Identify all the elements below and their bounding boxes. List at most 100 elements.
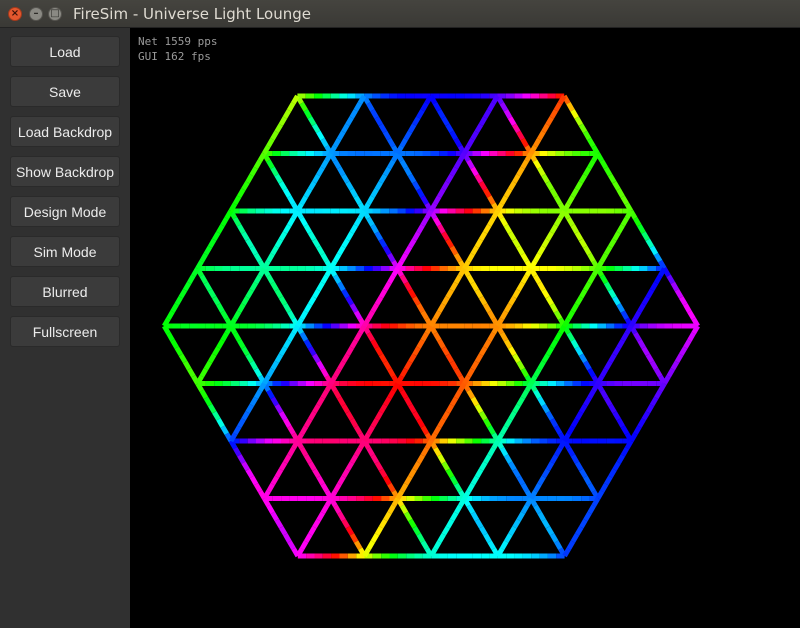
led-segment [537,511,546,522]
led-segment [320,252,329,263]
led-segment [433,446,442,457]
led-segment [182,360,192,371]
led-segment [470,245,479,256]
led-segment [608,353,617,364]
led-segment [441,181,450,191]
led-segment [499,101,509,112]
led-segment [629,432,638,443]
led-segment [470,166,479,177]
led-segment [399,252,409,263]
save-button[interactable]: Save [10,76,120,107]
led-segment [416,109,425,119]
led-segment [236,188,246,198]
show-backdrop-button[interactable]: Show Backdrop [10,156,120,187]
led-segment [316,281,325,292]
led-segment [274,468,284,479]
led-segment [287,310,296,321]
led-segment [553,216,563,227]
led-segment [516,130,525,141]
sim-mode-button[interactable]: Sim Mode [10,236,120,267]
led-segment [382,281,392,292]
led-segment [445,173,454,184]
led-segment [649,245,659,256]
led-segment [545,411,555,421]
led-segment [282,109,292,119]
led-segment [474,353,484,364]
led-segment [520,159,529,170]
blurred-button[interactable]: Blurred [10,276,120,307]
led-segment [349,303,359,313]
led-segment [483,418,492,428]
led-segment [654,389,663,400]
led-segment [433,540,442,551]
led-segment [612,461,621,472]
led-segment [374,296,384,306]
led-segment [178,288,188,299]
led-segment [303,533,313,543]
close-window-button[interactable]: × [8,7,22,21]
led-segment [316,475,325,486]
led-segment [216,418,225,428]
fullscreen-button[interactable]: Fullscreen [10,316,120,347]
led-segment [641,231,650,242]
load-button[interactable]: Load [10,36,120,67]
led-segment [182,281,192,292]
led-segment [245,238,254,249]
simulation-canvas[interactable]: Net 1559 pps GUI 162 fps [130,28,800,628]
design-mode-button[interactable]: Design Mode [10,196,120,227]
led-segment [516,396,525,407]
led-segment [420,446,430,457]
led-segment [453,159,463,170]
led-segment [253,367,263,378]
led-segment [266,389,275,400]
led-segment [270,166,279,177]
led-segment [441,411,450,421]
led-segment [541,518,551,529]
led-segment [399,367,409,378]
led-segment [337,475,346,486]
led-lattice[interactable] [130,28,800,628]
load-backdrop-button[interactable]: Load Backdrop [10,116,120,147]
led-segment [403,360,413,371]
led-segment [433,310,442,321]
led-segment [337,245,346,256]
led-segment [566,216,575,227]
led-segment [286,101,296,112]
led-segment [382,245,392,256]
led-segment [587,159,596,170]
led-segment [616,303,625,313]
led-segment [445,518,455,529]
led-segment [653,367,663,378]
led-segment [366,540,375,551]
led-segment [299,216,308,227]
led-segment [366,195,375,206]
led-segment [578,353,588,364]
led-segment [478,346,488,357]
led-segment [337,396,346,407]
led-segment [432,195,442,206]
net-rate: Net 1559 pps [138,35,218,48]
led-segment [478,181,488,191]
led-segment [374,231,384,242]
led-segment [666,367,675,378]
led-segment [616,418,625,428]
led-segment [349,224,359,234]
led-segment [387,274,396,285]
led-segment [412,346,421,357]
led-segment [316,511,325,522]
led-segment [170,339,179,349]
led-segment [574,461,584,472]
led-segment [662,375,671,385]
maximize-window-button[interactable]: □ [48,7,62,21]
led-segment [570,533,580,543]
led-segment [320,482,330,493]
led-segment [566,101,575,112]
led-segment [320,137,329,148]
led-segment [233,446,242,457]
led-segment [270,281,279,292]
led-segment [437,454,446,464]
minimize-window-button[interactable]: – [29,7,43,21]
led-segment [436,109,446,119]
led-segment [437,418,446,428]
led-segment [207,353,217,364]
